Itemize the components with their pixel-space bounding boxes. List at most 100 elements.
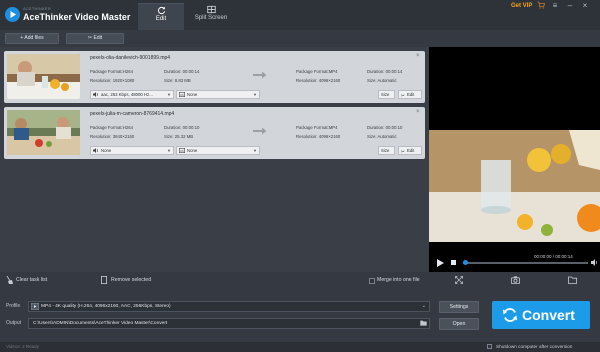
- file-name: pexels-olia-danilevich-9001899.mp4: [90, 55, 171, 61]
- size-button[interactable]: Size: [378, 146, 395, 155]
- output-path-value: C:\Users\ADMIN\Documents\AceThinker Vide…: [33, 321, 168, 326]
- minimize-icon[interactable]: –: [565, 1, 575, 11]
- source-resolution: Resolution: 1920×1080: [90, 78, 135, 83]
- play-icon[interactable]: [437, 259, 444, 267]
- source-size: Size: 25.32 MB: [164, 134, 194, 139]
- split-screen-icon: [206, 5, 216, 14]
- broom-icon: [6, 276, 13, 284]
- arrow-right-icon: [253, 71, 267, 79]
- audio-icon: [93, 148, 99, 154]
- merge-checkbox[interactable]: [369, 278, 375, 284]
- player-controls: 00:00:00 / 00:00:14: [429, 252, 600, 272]
- status-text: Videos: 2 Ready: [6, 344, 39, 349]
- chevron-down-icon: ▼: [167, 148, 171, 153]
- scissors-icon: ✂: [401, 93, 405, 98]
- folder-icon[interactable]: [568, 276, 577, 284]
- audio-track-select[interactable]: aac, 253 Kbps, 48000 Hz... ▼: [90, 90, 174, 99]
- file-list: pexels-olia-danilevich-9001899.mp4 Packa…: [0, 47, 428, 272]
- clear-task-list-button[interactable]: Clear task list: [16, 277, 47, 283]
- app-logo-icon: [5, 7, 20, 22]
- source-size: Size: 8.83 MB: [164, 78, 191, 83]
- tab-split-screen[interactable]: Split Screen: [188, 3, 234, 30]
- menu-icon[interactable]: ≡: [550, 1, 560, 11]
- tab-edit[interactable]: Edit: [138, 3, 184, 30]
- chevron-down-icon: ▼: [167, 92, 171, 97]
- convert-button[interactable]: Convert: [492, 301, 590, 329]
- target-size: Size: Automatic: [367, 134, 397, 139]
- preview-panel: [429, 47, 600, 272]
- document-icon: [101, 276, 107, 284]
- profile-label: Profile: [6, 303, 21, 309]
- subtitle-value: None: [187, 92, 198, 97]
- tab-split-label: Split Screen: [194, 15, 228, 21]
- profile-select[interactable]: MP4 - 4K quality (H.264, 4096x2160, AAC,…: [28, 301, 430, 312]
- shutdown-checkbox[interactable]: [487, 344, 492, 349]
- add-files-button[interactable]: + Add files: [5, 33, 59, 44]
- refresh-icon: [157, 6, 165, 15]
- remove-selected-button[interactable]: Remove selected: [111, 277, 151, 283]
- file-name: pexels-julia-m-cameron-8769414.mp4: [90, 111, 175, 117]
- output-path-field[interactable]: C:\Users\ADMIN\Documents\AceThinker Vide…: [28, 318, 430, 329]
- volume-icon[interactable]: [591, 259, 598, 266]
- camera-icon[interactable]: [511, 276, 520, 284]
- source-resolution: Resolution: 3840×2160: [90, 134, 135, 139]
- source-format: Package Format:H264: [90, 69, 133, 74]
- settings-button[interactable]: Settings: [439, 301, 479, 313]
- close-window-icon[interactable]: ×: [580, 1, 590, 11]
- task-actions-bar: Clear task list Remove selected Merge in…: [0, 272, 600, 290]
- audio-track-value: None: [101, 148, 112, 153]
- remove-file-icon[interactable]: ×: [416, 53, 420, 59]
- target-size: Size: Automatic: [367, 78, 397, 83]
- get-vip-link[interactable]: Get VIP: [511, 3, 532, 9]
- convert-icon: [503, 308, 517, 322]
- file-card[interactable]: pexels-olia-danilevich-9001899.mp4 Packa…: [4, 51, 425, 103]
- shutdown-label: Shutdown computer after conversion: [496, 344, 573, 349]
- toolbar: + Add files ✂ Edit: [0, 30, 600, 47]
- chevron-down-icon: ▼: [253, 92, 257, 97]
- audio-track-select[interactable]: None ▼: [90, 146, 174, 155]
- target-format: Package Format:MP4: [296, 69, 338, 74]
- subtitle-icon: [179, 148, 186, 154]
- output-label: Output: [6, 320, 22, 326]
- source-duration: Duration: 00:00:14: [164, 69, 200, 74]
- arrow-right-icon: [253, 127, 267, 135]
- video-format-icon: [31, 303, 39, 311]
- subtitle-select[interactable]: None ▼: [176, 146, 260, 155]
- subtitle-value: None: [187, 148, 198, 153]
- chevron-down-icon: ⌄: [421, 303, 426, 309]
- subtitle-select[interactable]: None ▼: [176, 90, 260, 99]
- browse-folder-icon[interactable]: [420, 320, 427, 328]
- cart-icon[interactable]: [536, 1, 546, 11]
- file-edit-button[interactable]: ✂ Edit: [398, 146, 422, 155]
- output-panel: Profile MP4 - 4K quality (H.264, 4096x21…: [0, 290, 600, 342]
- edit-button[interactable]: ✂ Edit: [66, 33, 124, 44]
- title-bar: ACETHINKER AceThinker Video Master Edit …: [0, 0, 600, 30]
- merge-label: Merge into one file: [377, 277, 420, 283]
- size-button[interactable]: Size: [378, 90, 395, 99]
- fullscreen-icon[interactable]: [455, 276, 463, 284]
- timecode: 00:00:00 / 00:00:14: [534, 254, 573, 259]
- open-button[interactable]: Open: [439, 318, 479, 330]
- video-thumbnail: [7, 110, 80, 155]
- video-thumbnail: [7, 54, 80, 99]
- seek-handle[interactable]: [463, 260, 468, 265]
- target-format: Package Format:MP4: [296, 125, 338, 130]
- profile-value: MP4 - 4K quality (H.264, 4096x2160, AAC,…: [41, 304, 171, 309]
- target-duration: Duration: 00:00:10: [367, 125, 403, 130]
- remove-file-icon[interactable]: ×: [416, 109, 420, 115]
- file-edit-button[interactable]: ✂ Edit: [398, 90, 422, 99]
- target-resolution: Resolution: 4096×2160: [296, 78, 341, 83]
- video-preview[interactable]: [429, 130, 600, 242]
- convert-label: Convert: [522, 307, 575, 323]
- source-format: Package Format:H264: [90, 125, 133, 130]
- target-duration: Duration: 00:00:14: [367, 69, 403, 74]
- chevron-down-icon: ▼: [253, 148, 257, 153]
- target-resolution: Resolution: 4096×2160: [296, 134, 341, 139]
- seek-bar[interactable]: [463, 262, 588, 264]
- file-edit-label: Edit: [407, 148, 415, 153]
- stop-icon[interactable]: [451, 260, 456, 265]
- app-title: AceThinker Video Master: [23, 12, 131, 22]
- file-card[interactable]: pexels-julia-m-cameron-8769414.mp4 Packa…: [4, 107, 425, 159]
- file-edit-label: Edit: [407, 92, 415, 97]
- brand-small: ACETHINKER: [23, 6, 51, 11]
